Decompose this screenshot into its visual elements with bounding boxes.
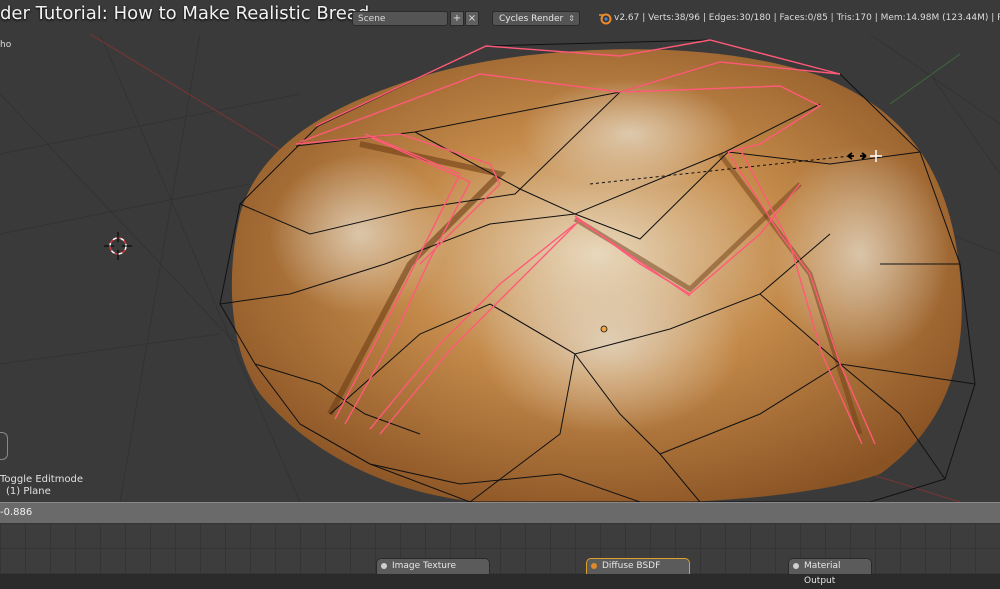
node-diffuse-bsdf[interactable]: Diffuse BSDF	[586, 558, 690, 574]
transform-status-bar: -0.886	[0, 502, 1000, 524]
node-collapse-icon[interactable]	[381, 563, 387, 569]
last-operator-label: Toggle Editmode	[0, 474, 84, 485]
render-engine-select[interactable]: Cycles Render ⇕	[492, 11, 580, 26]
view-navigation-icon[interactable]	[0, 432, 8, 460]
add-scene-button[interactable]: +	[450, 11, 464, 26]
node-collapse-icon[interactable]	[591, 563, 597, 569]
view-name-label: ho	[0, 40, 12, 50]
render-engine-label: Cycles Render	[499, 14, 564, 24]
node-image-texture[interactable]: Image Texture	[376, 558, 490, 574]
select-arrows-icon: ⇕	[568, 14, 575, 23]
object-origin-icon	[600, 325, 608, 333]
scene-stats: v2.67 | Verts:38/96 | Edges:30/180 | Fac…	[614, 13, 1000, 23]
active-object-label: (1) Plane	[6, 486, 51, 497]
3d-cursor-icon[interactable]	[104, 232, 132, 260]
y-axis-line	[889, 53, 961, 105]
node-material-output[interactable]: Material Output	[788, 558, 872, 586]
scene-field[interactable]: Scene	[352, 11, 448, 26]
node-title: Image Texture	[392, 561, 456, 571]
3d-viewport[interactable]: ho Toggle Editmode (1) Plane	[0, 34, 1000, 502]
remove-scene-button[interactable]: ×	[465, 11, 479, 26]
bread-mesh[interactable]	[219, 39, 976, 502]
transform-value: -0.886	[0, 507, 33, 518]
header-bar: der Tutorial: How to Make Realistic Brea…	[0, 0, 1000, 35]
node-collapse-icon[interactable]	[793, 563, 799, 569]
node-editor[interactable]: Image Texture Diffuse BSDF Material Outp…	[0, 523, 1000, 586]
node-title: Diffuse BSDF	[602, 561, 661, 571]
blender-logo-icon	[599, 13, 612, 25]
video-title: der Tutorial: How to Make Realistic Brea…	[0, 3, 370, 24]
viewport-canvas[interactable]	[0, 34, 1000, 502]
